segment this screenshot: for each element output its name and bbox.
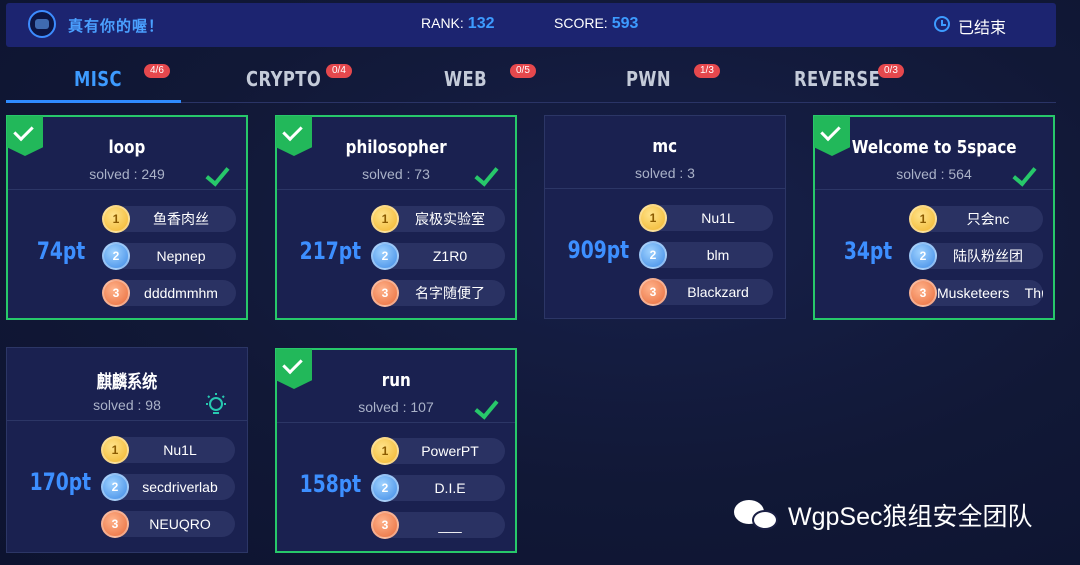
top-bar: 真有你的喔！ RANK: 132 SCORE: 593 已结束 [6,3,1056,47]
tab-crypto[interactable]: CRYPTO 0/4 [236,55,366,101]
silver-medal-icon: 2 [909,242,937,270]
solver-first: Nu1L 1 [101,436,235,464]
bronze-medal-icon: 3 [102,279,130,307]
progress-badge: 4/6 [144,64,170,78]
progress-badge: 0/5 [510,64,536,78]
silver-medal-icon: 2 [371,474,399,502]
gold-medal-icon: 1 [102,205,130,233]
tab-label: MISC [74,67,122,91]
card-header: 麒麟系统 solved : 98 [7,348,247,421]
gold-medal-icon: 1 [639,204,667,232]
card-header: run solved : 107 [276,349,515,423]
solver-first: PowerPT 1 [371,437,505,465]
challenge-card-qilin[interactable]: 麒麟系统 solved : 98 170pt Nu1L 1 secdriverl… [6,347,248,553]
silver-medal-icon: 2 [101,473,129,501]
score-label: SCORE: [554,15,608,31]
solver-second: secdriverlab 2 [101,473,235,501]
challenge-title: loop [108,137,146,158]
bronze-medal-icon: 3 [371,511,399,539]
silver-medal-icon: 2 [371,242,399,270]
challenge-card-loop[interactable]: loop solved : 249 74pt 鱼香肉丝 1 Nepnep 2 d… [6,115,248,320]
tab-label: PWN [626,67,672,91]
progress-badge: 0/4 [326,64,352,78]
challenge-points: 217pt [299,237,362,265]
solver-second: 陆队粉丝团 2 [909,242,1043,270]
tab-label: WEB [444,67,488,91]
challenge-points: 74pt [36,237,86,265]
challenge-title: philosopher [345,137,447,158]
category-tabs: MISC 4/6 CRYPTO 0/4 WEB 0/5 PWN 1/3 REVE… [6,55,1056,103]
silver-medal-icon: 2 [102,242,130,270]
tab-misc[interactable]: MISC 4/6 [6,55,181,103]
gold-medal-icon: 1 [371,205,399,233]
tab-pwn[interactable]: PWN 1/3 [618,55,728,101]
gold-medal-icon: 1 [101,436,129,464]
bronze-medal-icon: 3 [639,278,667,306]
competition-status: 已结束 [958,20,1007,37]
gold-medal-icon: 1 [371,437,399,465]
wechat-icon [734,498,780,532]
score-display: SCORE: 593 [554,15,638,33]
solver-second: Nepnep 2 [102,242,236,270]
solver-first: Nu1L 1 [639,204,773,232]
challenge-card-run[interactable]: run solved : 107 158pt PowerPT 1 D.I.E 2… [275,348,517,553]
tab-label: CRYPTO [246,67,322,91]
solver-third: Musketeers Thr 3 [909,279,1043,307]
card-header: philosopher solved : 73 [276,116,515,190]
lightbulb-icon [206,393,226,414]
solver-third: ___ 3 [371,511,505,539]
gold-medal-icon: 1 [909,205,937,233]
solver-third: NEUQRO 3 [101,510,235,538]
card-header: Welcome to 5space solved : 564 [814,116,1053,190]
watermark-text: WgpSec狼组安全团队 [788,503,1033,531]
challenge-title: 麒麟系统 [96,372,158,393]
clock-icon [934,16,950,32]
rank-value: 132 [467,15,495,32]
rank-display: RANK: 132 [421,15,495,33]
silver-medal-icon: 2 [639,241,667,269]
challenge-points: 170pt [29,468,92,496]
card-header: loop solved : 249 [7,116,246,190]
bronze-medal-icon: 3 [909,279,937,307]
bronze-medal-icon: 3 [371,279,399,307]
solver-third: ddddmmhm 3 [102,279,236,307]
watermark: WgpSec狼组安全团队 [734,497,1032,533]
challenge-title: mc [652,136,678,157]
challenge-points: 909pt [567,236,630,264]
challenge-card-philosopher[interactable]: philosopher solved : 73 217pt 宸极实验室 1 Z1… [275,115,517,320]
solver-first: 只会nc 1 [909,205,1043,233]
challenge-points: 158pt [299,470,362,498]
challenge-title: Welcome to 5space [851,137,1017,158]
solver-first: 宸极实验室 1 [371,205,505,233]
score-value: 593 [611,15,639,32]
card-header: mc solved : 3 [545,116,785,189]
team-logo-icon [28,10,56,38]
tab-reverse[interactable]: REVERSE 0/3 [786,55,916,101]
solver-second: Z1R0 2 [371,242,505,270]
progress-badge: 0/3 [878,64,904,78]
challenge-card-mc[interactable]: mc solved : 3 909pt Nu1L 1 blm 2 Blackza… [544,115,786,319]
bronze-medal-icon: 3 [101,510,129,538]
team-name: 真有你的喔！ [68,18,165,35]
solver-third: Blackzard 3 [639,278,773,306]
challenge-title: run [381,370,411,391]
tab-label: REVERSE [794,67,881,91]
solver-first: 鱼香肉丝 1 [102,205,236,233]
solver-second: D.I.E 2 [371,474,505,502]
solver-second: blm 2 [639,241,773,269]
tab-web[interactable]: WEB 0/5 [436,55,546,101]
progress-badge: 1/3 [694,64,720,78]
solved-count: solved : 3 [635,165,695,181]
solver-third: 名字随便了 3 [371,279,505,307]
rank-label: RANK: [421,15,464,31]
challenge-points: 34pt [843,237,893,265]
challenge-card-welcome-to-5space[interactable]: Welcome to 5space solved : 564 34pt 只会nc… [813,115,1055,320]
